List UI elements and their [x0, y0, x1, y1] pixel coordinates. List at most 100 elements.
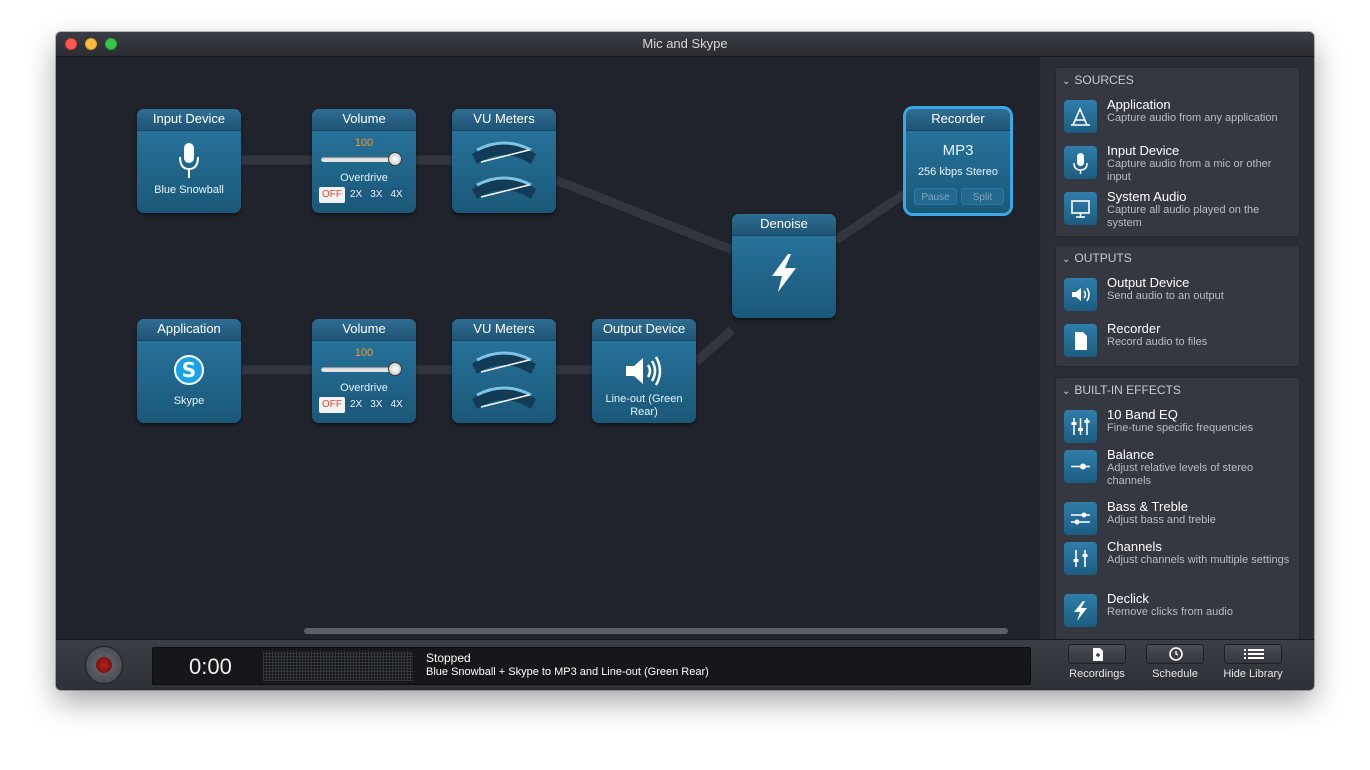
node-subtitle: Blue Snowball: [154, 184, 224, 196]
item-title: Declick: [1107, 591, 1149, 606]
speaker-icon: [626, 356, 662, 386]
item-title: Input Device: [1107, 143, 1180, 158]
overdrive-off-button[interactable]: OFF: [319, 187, 345, 203]
speaker-icon: [1064, 278, 1097, 311]
elapsed-time: 0:00: [189, 654, 232, 679]
recordings-label: Recordings: [1069, 668, 1125, 680]
hide-library-label: Hide Library: [1223, 668, 1283, 680]
vu-meter-left-icon: [472, 351, 536, 374]
eq-icon: [1064, 410, 1097, 443]
bottom-toolbar: 0:00 Stopped Blue Snowball + Skype to MP…: [56, 639, 1314, 690]
window-title: Mic and Skype: [642, 36, 728, 51]
chevron-down-icon: ⌄: [1062, 254, 1071, 265]
declick-icon: [1064, 594, 1097, 627]
sources-header[interactable]: ⌄ SOURCES: [1062, 73, 1134, 87]
chevron-down-icon: ⌄: [1062, 386, 1071, 397]
outputs-panel: ⌄ OUTPUTS Output Device Send audio to an …: [1055, 245, 1300, 367]
node-volume-top[interactable]: Volume 100 Overdrive OFF 2X 3X 4X: [312, 109, 416, 213]
schedule-button[interactable]: Schedule: [1135, 644, 1215, 688]
overdrive-off-button[interactable]: OFF: [319, 397, 345, 413]
app-store-icon: [1064, 100, 1097, 133]
vu-meter-right-icon: [472, 176, 536, 199]
node-title: Application: [137, 319, 241, 341]
pause-button[interactable]: Pause: [914, 188, 957, 205]
item-description: Adjust bass and treble: [1107, 514, 1216, 526]
node-title: Volume: [312, 319, 416, 341]
overdrive-3x-button[interactable]: 3X: [367, 397, 386, 413]
list-icon: [1244, 649, 1264, 659]
node-denoise[interactable]: Denoise: [732, 214, 836, 318]
node-application[interactable]: Application S Skype: [137, 319, 241, 423]
chevron-down-icon: ⌄: [1062, 76, 1071, 87]
hide-library-button[interactable]: Hide Library: [1213, 644, 1293, 688]
volume-value: 100: [354, 347, 374, 359]
volume-value: 100: [354, 137, 374, 149]
overdrive-4x-button[interactable]: 4X: [387, 187, 406, 203]
item-description: Capture all audio played on the system: [1107, 204, 1260, 229]
item-title: Output Device: [1107, 275, 1190, 290]
overdrive-4x-button[interactable]: 4X: [387, 397, 406, 413]
bass-treble-icon: [1064, 502, 1097, 535]
item-description: Send audio to an output: [1107, 290, 1224, 302]
item-description: Capture audio from any application: [1107, 112, 1278, 124]
node-output-device[interactable]: Output Device Line-out (Green Rear): [592, 319, 696, 423]
recordings-icon: [1093, 648, 1103, 661]
schedule-label: Schedule: [1152, 668, 1198, 680]
record-button[interactable]: [85, 646, 123, 684]
status-description: Blue Snowball + Skype to MP3 and Line-ou…: [426, 666, 709, 678]
overdrive-3x-button[interactable]: 3X: [367, 187, 386, 203]
item-title: Recorder: [1107, 321, 1161, 336]
overdrive-label: Overdrive: [340, 382, 388, 394]
recorder-format: MP3: [942, 142, 974, 159]
overdrive-label: Overdrive: [340, 172, 388, 184]
lightning-icon: [772, 254, 796, 292]
wire-denoise-recorder: [833, 190, 907, 244]
item-title: 10 Band EQ: [1107, 407, 1178, 422]
item-description: Adjust channels with multiple settings: [1107, 554, 1290, 566]
item-title: Bass & Treble: [1107, 499, 1188, 514]
volume-slider-track[interactable]: [321, 367, 393, 372]
node-volume-bottom[interactable]: Volume 100 Overdrive OFF 2X 3X 4X: [312, 319, 416, 423]
node-subtitle: Line-out (Green Rear): [605, 393, 683, 418]
recordings-button[interactable]: Recordings: [1057, 644, 1137, 688]
node-title: Input Device: [137, 109, 241, 131]
wire-vu-denoise: [554, 175, 734, 255]
effects-title: BUILT-IN EFFECTS: [1074, 383, 1181, 397]
item-title: System Audio: [1107, 189, 1187, 204]
sources-title: SOURCES: [1074, 73, 1134, 87]
node-vu-meters-top[interactable]: VU Meters: [452, 109, 556, 213]
node-title: Denoise: [732, 214, 836, 236]
node-title: Output Device: [592, 319, 696, 341]
overdrive-2x-button[interactable]: 2X: [347, 187, 366, 203]
node-input-device[interactable]: Input Device Blue Snowball: [137, 109, 241, 213]
app-window: Mic and Skype Input Device Blue Snowball…: [56, 32, 1314, 690]
record-icon: [96, 657, 112, 673]
pipeline-canvas[interactable]: Input Device Blue Snowball Volume 100 Ov…: [56, 57, 1040, 639]
microphone-icon: [1064, 146, 1097, 179]
status-display: 0:00 Stopped Blue Snowball + Skype to MP…: [152, 647, 1031, 685]
vu-meter-right-icon: [472, 386, 536, 409]
outputs-header[interactable]: ⌄ OUTPUTS: [1062, 251, 1132, 265]
effects-panel: ⌄ BUILT-IN EFFECTS 10 Band EQ Fine-tune s…: [1055, 377, 1300, 641]
hide-library-button-frame: [1224, 644, 1282, 664]
split-button[interactable]: Split: [961, 188, 1004, 205]
wire-output-denoise: [693, 326, 735, 366]
channels-icon: [1064, 542, 1097, 575]
node-recorder[interactable]: Recorder MP3 256 kbps Stereo Pause Split: [906, 109, 1010, 213]
sources-panel: ⌄ SOURCES Application Capture audio from …: [1055, 67, 1300, 237]
volume-slider-track[interactable]: [321, 157, 393, 162]
volume-slider-knob[interactable]: [388, 152, 402, 166]
vu-meter-left-icon: [472, 141, 536, 164]
effects-header[interactable]: ⌄ BUILT-IN EFFECTS: [1062, 383, 1181, 397]
node-subtitle: Skype: [173, 395, 205, 407]
node-title: Volume: [312, 109, 416, 131]
canvas-horizontal-scrollbar[interactable]: [304, 628, 1008, 634]
overdrive-2x-button[interactable]: 2X: [347, 397, 366, 413]
level-meter: [263, 651, 413, 681]
item-description: Capture audio from a mic or other input: [1107, 158, 1272, 183]
item-description: Fine-tune specific frequencies: [1107, 422, 1254, 434]
volume-slider-knob[interactable]: [388, 362, 402, 376]
title-bar: Mic and Skype: [56, 32, 1314, 57]
node-vu-meters-bottom[interactable]: VU Meters: [452, 319, 556, 423]
document-icon: [1064, 324, 1097, 357]
